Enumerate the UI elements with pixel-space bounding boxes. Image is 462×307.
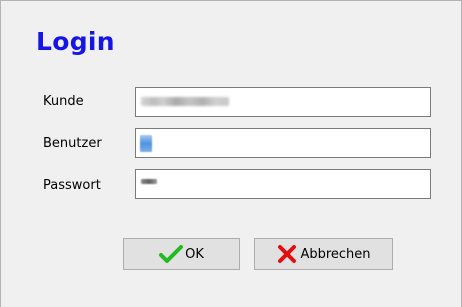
- checkmark-icon: [159, 244, 184, 264]
- ok-button-label: OK: [185, 246, 204, 262]
- user-label: Benutzer: [43, 136, 102, 151]
- password-label: Passwort: [43, 178, 101, 193]
- cancel-button-label: Abbrechen: [300, 246, 371, 262]
- customer-label: Kunde: [43, 94, 84, 109]
- dialog-title: Login: [36, 27, 115, 56]
- user-input[interactable]: [135, 128, 431, 158]
- redacted-password-value: [141, 179, 157, 184]
- password-input[interactable]: [135, 169, 431, 199]
- red-x-icon: [276, 244, 298, 264]
- customer-input[interactable]: [135, 87, 431, 117]
- login-dialog: Login Kunde Benutzer Passwort OK Abbrech…: [0, 0, 462, 307]
- redacted-customer-value: [141, 97, 229, 106]
- redacted-user-value: [140, 135, 152, 152]
- ok-button[interactable]: OK: [123, 238, 240, 270]
- cancel-button[interactable]: Abbrechen: [254, 238, 393, 270]
